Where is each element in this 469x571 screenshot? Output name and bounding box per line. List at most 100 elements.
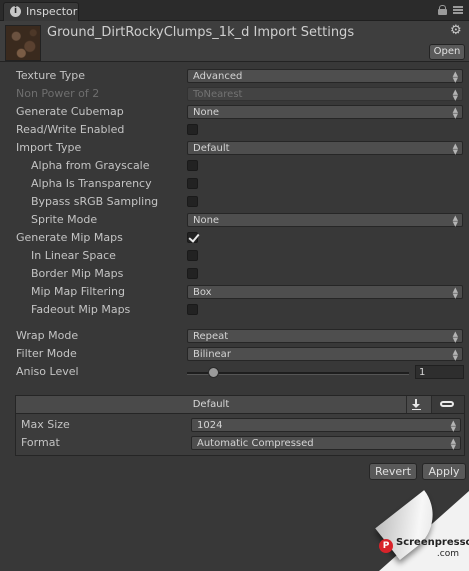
platform-tab-default[interactable]: Default [16,399,406,410]
sprite-mode-dropdown[interactable]: None ▲ ▼ [187,213,463,228]
import-type-dropdown[interactable]: Default ▲ ▼ [187,141,463,156]
bypass-srgb-label: Bypass sRGB Sampling [31,195,159,208]
generate-mip-maps-row: Generate Mip Maps [0,230,469,248]
texture-type-dropdown[interactable]: Advanced ▲ ▼ [187,69,463,84]
border-mip-maps-checkbox[interactable] [187,268,198,279]
aniso-level-label: Aniso Level [16,365,79,378]
non-power-of-2-value: ToNearest [193,89,243,100]
sprite-mode-row: Sprite Mode None ▲ ▼ [0,212,469,230]
import-type-value: Default [193,143,230,154]
fadeout-mip-maps-row: Fadeout Mip Maps [0,302,469,320]
dropdown-arrows-icon: ▲ ▼ [450,437,456,451]
aniso-level-slider-thumb[interactable] [208,367,219,378]
border-mip-maps-row: Border Mip Maps [0,266,469,284]
alpha-from-grayscale-row: Alpha from Grayscale [0,158,469,176]
max-size-value: 1024 [197,420,223,431]
import-type-label: Import Type [16,141,82,154]
read-write-label: Read/Write Enabled [16,123,125,136]
wrap-mode-row: Wrap Mode Repeat ▲ ▼ [0,328,469,346]
dropdown-arrows-icon: ▲ ▼ [452,142,458,156]
generate-cubemap-row: Generate Cubemap None ▲ ▼ [0,104,469,122]
generate-mip-maps-checkbox[interactable] [187,232,198,243]
non-power-of-2-label: Non Power of 2 [16,87,100,100]
dropdown-arrows-icon: ▲ ▼ [452,70,458,84]
bypass-srgb-row: Bypass sRGB Sampling [0,194,469,212]
max-size-row: Max Size 1024 ▲ ▼ [16,417,469,435]
revert-button[interactable]: Revert [369,463,417,480]
fadeout-mip-maps-checkbox[interactable] [187,304,198,315]
read-write-row: Read/Write Enabled [0,122,469,140]
mip-map-filtering-dropdown[interactable]: Box ▲ ▼ [187,285,463,300]
tab-bar-icons [438,5,463,15]
texture-type-label: Texture Type [16,69,86,82]
in-linear-space-label: In Linear Space [31,249,116,262]
inspector-tab-label: Inspector [26,5,78,18]
wrap-mode-label: Wrap Mode [16,329,79,342]
mip-map-filtering-label: Mip Map Filtering [31,285,125,298]
import-type-row: Import Type Default ▲ ▼ [0,140,469,158]
page-title: Ground_DirtRockyClumps_1k_d Import Setti… [47,25,355,40]
generate-cubemap-value: None [193,107,220,118]
texture-type-value: Advanced [193,71,243,82]
watermark-domain: .com [436,549,459,559]
dropdown-arrows-icon: ▲ ▼ [452,348,458,362]
texture-thumbnail [5,25,41,61]
platform-tab-bar: Default [15,395,465,414]
download-icon[interactable] [406,396,431,413]
screenpresso-watermark: P Screenpresso .com [379,535,469,561]
mip-map-filtering-row: Mip Map Filtering Box ▲ ▼ [0,284,469,302]
watermark-page-curl: P Screenpresso .com [371,485,469,571]
aniso-level-input[interactable]: 1 [415,365,464,379]
dropdown-arrows-icon: ▲ ▼ [452,286,458,300]
fadeout-mip-maps-label: Fadeout Mip Maps [31,303,131,316]
gear-icon[interactable]: ⚙ [450,24,462,37]
read-write-checkbox[interactable] [187,124,198,135]
mip-map-filtering-value: Box [193,287,212,298]
bypass-srgb-checkbox[interactable] [187,196,198,207]
generate-cubemap-dropdown[interactable]: None ▲ ▼ [187,105,463,120]
border-mip-maps-label: Border Mip Maps [31,267,124,280]
info-icon: i [10,6,21,17]
filter-mode-row: Filter Mode Bilinear ▲ ▼ [0,346,469,364]
dropdown-arrows-icon: ▲ ▼ [452,88,458,102]
max-size-label: Max Size [21,418,70,431]
watermark-name: Screenpresso [396,537,469,548]
format-dropdown[interactable]: Automatic Compressed ▲ ▼ [191,436,461,451]
platform-settings-panel: Max Size 1024 ▲ ▼ Format Automatic Compres… [15,414,465,456]
dropdown-arrows-icon: ▲ ▼ [450,419,456,433]
alpha-is-transparency-checkbox[interactable] [187,178,198,189]
max-size-dropdown[interactable]: 1024 ▲ ▼ [191,418,461,433]
filter-mode-value: Bilinear [193,349,231,360]
in-linear-space-checkbox[interactable] [187,250,198,261]
dropdown-arrows-icon: ▲ ▼ [452,214,458,228]
generate-cubemap-label: Generate Cubemap [16,105,124,118]
alpha-from-grayscale-label: Alpha from Grayscale [31,159,150,172]
aniso-level-row: Aniso Level 1 [0,364,469,382]
alpha-is-transparency-label: Alpha Is Transparency [31,177,152,190]
filter-mode-dropdown[interactable]: Bilinear ▲ ▼ [187,347,463,362]
filter-mode-label: Filter Mode [16,347,77,360]
wrap-mode-value: Repeat [193,331,229,342]
inspector-tab[interactable]: i Inspector [3,2,79,21]
non-power-of-2-dropdown: ToNearest ▲ ▼ [187,87,463,102]
dropdown-arrows-icon: ▲ ▼ [452,330,458,344]
format-value: Automatic Compressed [197,438,314,449]
inspector-tab-bar: i Inspector [0,0,469,21]
alpha-is-transparency-row: Alpha Is Transparency [0,176,469,194]
import-settings-header: Ground_DirtRockyClumps_1k_d Import Setti… [0,21,469,62]
wrap-mode-dropdown[interactable]: Repeat ▲ ▼ [187,329,463,344]
in-linear-space-row: In Linear Space [0,248,469,266]
dropdown-arrows-icon: ▲ ▼ [452,106,458,120]
format-row: Format Automatic Compressed ▲ ▼ [16,435,469,453]
aniso-level-slider-track[interactable] [187,372,409,375]
non-power-of-2-row: Non Power of 2 ToNearest ▲ ▼ [0,86,469,104]
tab-menu-icon[interactable] [453,5,463,15]
lock-icon[interactable] [438,5,447,15]
texture-type-row: Texture Type Advanced ▲ ▼ [0,68,469,86]
platform-toggle-icon[interactable] [431,396,464,413]
alpha-from-grayscale-checkbox[interactable] [187,160,198,171]
open-button[interactable]: Open [429,44,465,60]
apply-button[interactable]: Apply [422,463,466,480]
format-label: Format [21,436,60,449]
sprite-mode-value: None [193,215,220,226]
